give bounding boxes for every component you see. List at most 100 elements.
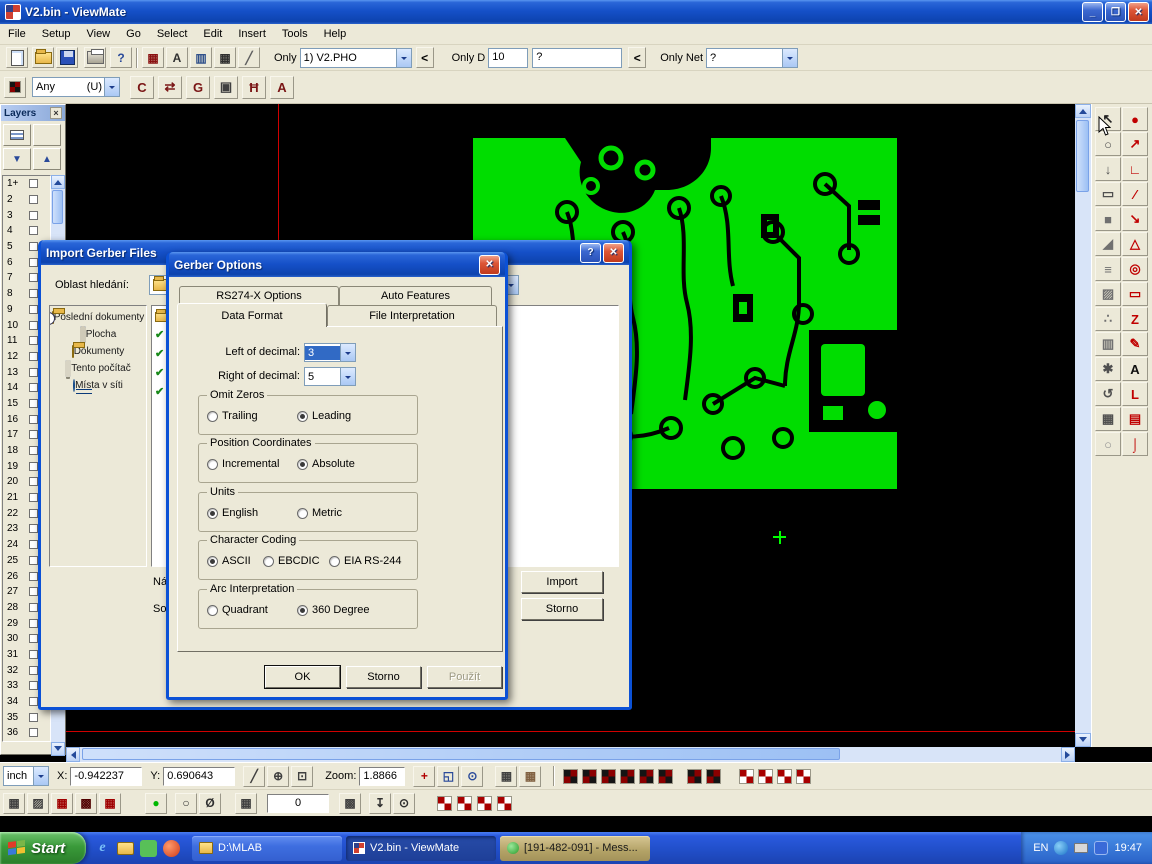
dcode-table-icon[interactable]: ▦ [495,766,517,787]
ring-tool-icon[interactable]: ○ [1095,432,1121,456]
dcode-input[interactable]: 10 [488,48,528,68]
dcode-pattern-8-icon[interactable] [706,769,721,784]
round-aperture-icon[interactable]: ○ [175,793,197,814]
layer-visibility-checkbox[interactable] [29,619,38,628]
layer-stack-button[interactable] [3,124,31,146]
hook-tool-icon[interactable]: ⌡ [1122,432,1148,456]
close-button[interactable]: ✕ [1128,2,1149,22]
layer-visibility-checkbox[interactable] [29,368,38,377]
left-of-decimal-combo[interactable]: 3 [304,343,356,362]
radio-quadrant[interactable]: Quadrant [207,604,268,616]
taskbar-button-mlab[interactable]: D:\MLAB [192,836,342,861]
menu-item[interactable]: Help [316,26,355,42]
menu-item[interactable]: Edit [195,26,230,42]
label-tool-icon[interactable]: L [1122,382,1148,406]
drop-marker-icon[interactable]: ↧ [369,793,391,814]
highlight-net-tool-icon[interactable]: Ħ [242,76,266,99]
ie-icon[interactable]: e [94,840,111,857]
triangle-tool-icon[interactable]: ◢ [1095,232,1121,256]
chevron-down-icon[interactable] [340,344,355,361]
radio-ebcdic[interactable]: EBCDIC [263,555,320,567]
lines-tool-icon[interactable]: ≡ [1095,257,1121,281]
print-button[interactable] [84,47,106,68]
point-tool-icon[interactable]: ● [1122,107,1148,131]
browser-shortcut-icon[interactable] [163,840,180,857]
scroll-left-icon[interactable] [66,747,80,762]
scroll-up-icon[interactable] [1075,104,1091,118]
text-tool-icon[interactable]: A [1122,357,1148,381]
layer-visibility-checkbox[interactable] [29,258,38,267]
pad-tool-icon[interactable]: ▭ [1122,282,1148,306]
dot-grid-icon[interactable]: ▩ [339,793,361,814]
layer-visibility-checkbox[interactable] [29,211,38,220]
language-indicator[interactable]: EN [1033,842,1048,854]
dcode-pattern-10-icon[interactable] [758,769,773,784]
close-button[interactable]: ✕ [603,243,624,263]
radio-360-degree[interactable]: 360 Degree [297,604,370,616]
place-desktop[interactable]: Plocha [50,323,146,340]
layer-select-combo[interactable]: 1) V2.PHO [300,48,412,68]
move-layer-down-button[interactable]: ▼ [3,148,31,170]
folder-shortcut-icon[interactable] [117,842,134,855]
diameter-aperture-icon[interactable]: Ø [199,793,221,814]
layer-visibility-checkbox[interactable] [29,540,38,549]
keyboard-tray-icon[interactable] [1074,843,1088,853]
layer-options-button[interactable] [33,124,61,146]
layer-visibility-checkbox[interactable] [29,697,38,706]
goto-tool-icon[interactable]: G [186,76,210,99]
dots-tool-icon[interactable]: ∴ [1095,307,1121,331]
gerber-options-titlebar[interactable]: Gerber Options ✕ [169,252,505,277]
dcode-pattern-4-icon[interactable] [620,769,635,784]
tab[interactable]: Auto Features [339,286,492,305]
snap-icon[interactable]: ⊡ [291,766,313,787]
scrollbar-thumb[interactable] [52,190,63,224]
pattern-tool-icon[interactable]: ▥ [1095,332,1121,356]
radio-english[interactable]: English [207,507,258,519]
any-filter-combo[interactable]: Any (U) [32,77,120,97]
flash-pattern-icon[interactable]: ▦ [51,793,73,814]
tab[interactable]: Data Format [177,303,327,327]
filled-rect-tool-icon[interactable]: ■ [1095,207,1121,231]
dcode-pattern-2-icon[interactable] [582,769,597,784]
layer-visibility-checkbox[interactable] [29,634,38,643]
show-desktop-icon[interactable] [140,840,157,857]
dcode-pattern-11-icon[interactable] [777,769,792,784]
open-file-button[interactable] [32,47,54,68]
status-led-icon[interactable]: ● [145,793,167,814]
frame-select-tool-icon[interactable]: ▣ [214,76,238,99]
net-table-icon[interactable]: ▦ [519,766,541,787]
star-tool-icon[interactable]: ✱ [1095,357,1121,381]
layer-visibility-checkbox[interactable] [29,336,38,345]
previous-dcode-button[interactable]: < [628,47,646,68]
measure-a-icon[interactable]: A [166,47,188,68]
menu-item[interactable]: Select [149,26,196,42]
import-button[interactable]: Import [521,571,603,593]
dcode-pattern-7-icon[interactable] [687,769,702,784]
only-net-label[interactable]: Only Net [660,52,703,64]
dcode-c-icon[interactable] [477,796,492,811]
taskbar-button-viewmate[interactable]: V2.bin - ViewMate [346,836,496,861]
menu-item[interactable]: Insert [230,26,274,42]
layer-visibility-checkbox[interactable] [29,195,38,204]
dcode-pattern-1-icon[interactable] [563,769,578,784]
layer-visibility-checkbox[interactable] [29,713,38,722]
layer-visibility-checkbox[interactable] [29,415,38,424]
layer-visibility-checkbox[interactable] [29,587,38,596]
layer-visibility-checkbox[interactable] [29,681,38,690]
angle-tool-icon[interactable]: ∟ [1122,157,1148,181]
scroll-down-icon[interactable] [51,742,65,756]
layer-visibility-checkbox[interactable] [29,477,38,486]
dcode-pattern-12-icon[interactable] [796,769,811,784]
radio-leading[interactable]: Leading [297,410,351,422]
menu-item[interactable]: Tools [274,26,316,42]
cancel-button[interactable]: Storno [521,598,603,620]
save-file-button[interactable] [56,47,78,68]
move-layer-up-button[interactable]: ▲ [33,148,61,170]
layer-row[interactable]: 4 [3,223,50,239]
target-tool-icon[interactable]: ◎ [1122,257,1148,281]
scroll-down-icon[interactable] [1075,733,1091,747]
cancel-button[interactable]: Storno [346,666,421,688]
dcode-filter-input[interactable]: ? [532,48,622,68]
unit-combo[interactable]: inch [3,766,49,786]
zoom-fit-icon[interactable]: ⊙ [461,766,483,787]
